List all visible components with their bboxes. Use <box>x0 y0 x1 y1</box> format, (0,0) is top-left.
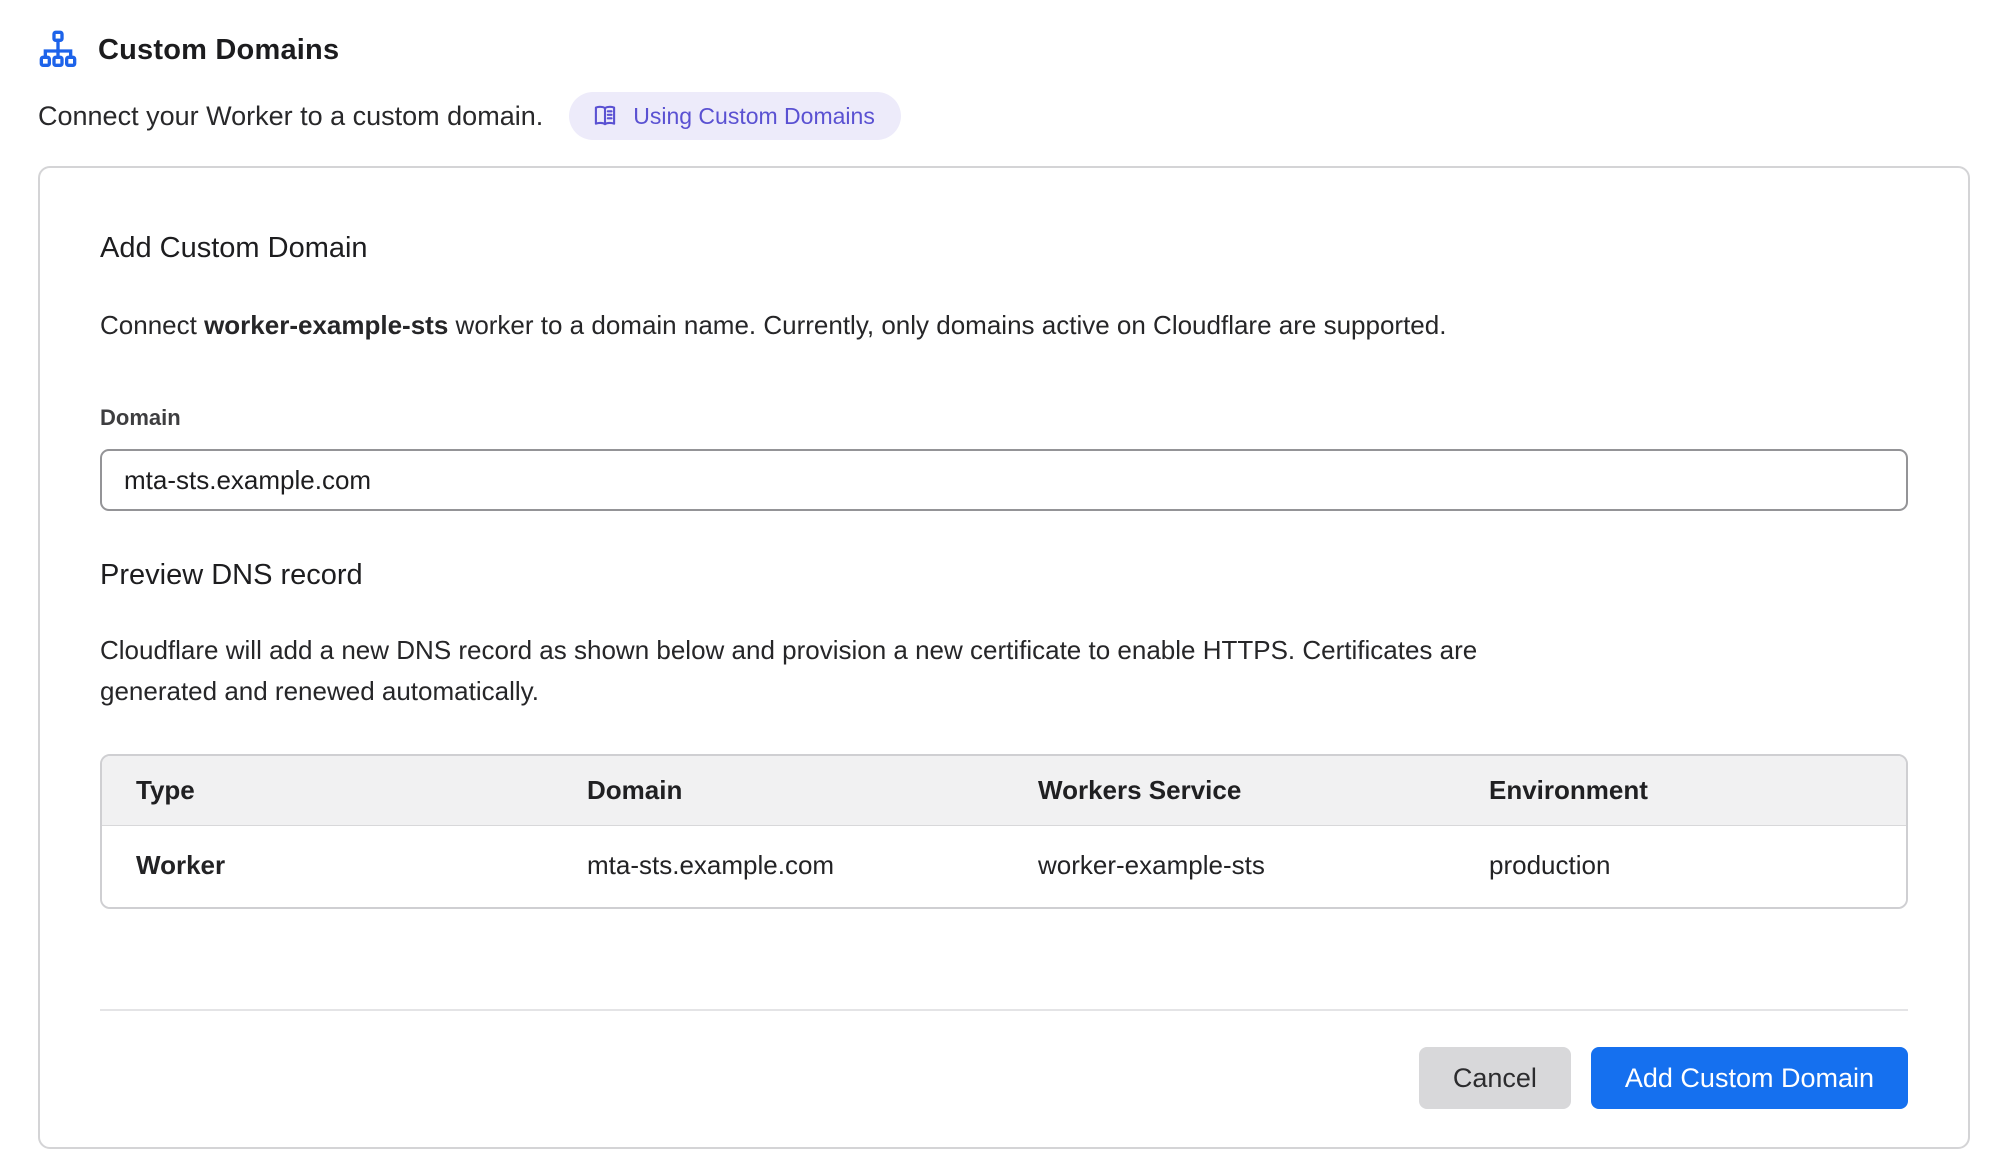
docs-link-label: Using Custom Domains <box>633 103 875 130</box>
worker-name: worker-example-sts <box>204 310 448 340</box>
card-description-prefix: Connect <box>100 310 204 340</box>
subtitle-row: Connect your Worker to a custom domain. … <box>38 92 1961 140</box>
preview-dns-description: Cloudflare will add a new DNS record as … <box>100 630 1545 712</box>
page-header: Custom Domains Connect your Worker to a … <box>38 30 1961 140</box>
column-header-type: Type <box>102 756 553 826</box>
card-description-suffix: worker to a domain name. Currently, only… <box>448 310 1446 340</box>
table-row: Worker mta-sts.example.com worker-exampl… <box>102 826 1906 907</box>
docs-link[interactable]: Using Custom Domains <box>569 92 901 140</box>
card-description: Connect worker-example-sts worker to a d… <box>100 307 1908 343</box>
preview-dns-heading: Preview DNS record <box>100 559 1908 592</box>
domain-input[interactable] <box>100 449 1908 511</box>
footer-divider <box>100 1009 1908 1011</box>
footer-actions: Cancel Add Custom Domain <box>100 1047 1908 1109</box>
cancel-button[interactable]: Cancel <box>1419 1047 1571 1109</box>
page-title: Custom Domains <box>98 34 339 67</box>
domain-label: Domain <box>100 405 1908 431</box>
custom-domains-page: Custom Domains Connect your Worker to a … <box>0 0 1999 1149</box>
add-custom-domain-card: Add Custom Domain Connect worker-example… <box>38 166 1970 1149</box>
card-title: Add Custom Domain <box>100 232 1908 265</box>
table-header-row: Type Domain Workers Service Environment <box>102 756 1906 826</box>
cell-domain: mta-sts.example.com <box>553 826 1004 907</box>
cell-type: Worker <box>102 826 553 907</box>
page-subtitle: Connect your Worker to a custom domain. <box>38 101 543 132</box>
add-custom-domain-button[interactable]: Add Custom Domain <box>1591 1047 1908 1109</box>
dns-preview-table: Type Domain Workers Service Environment … <box>100 754 1908 909</box>
column-header-workers-service: Workers Service <box>1004 756 1455 826</box>
cell-workers-service: worker-example-sts <box>1004 826 1455 907</box>
column-header-domain: Domain <box>553 756 1004 826</box>
book-icon <box>591 102 619 130</box>
sitemap-icon <box>38 30 78 70</box>
title-row: Custom Domains <box>38 30 1961 70</box>
cell-environment: production <box>1455 826 1906 907</box>
column-header-environment: Environment <box>1455 756 1906 826</box>
